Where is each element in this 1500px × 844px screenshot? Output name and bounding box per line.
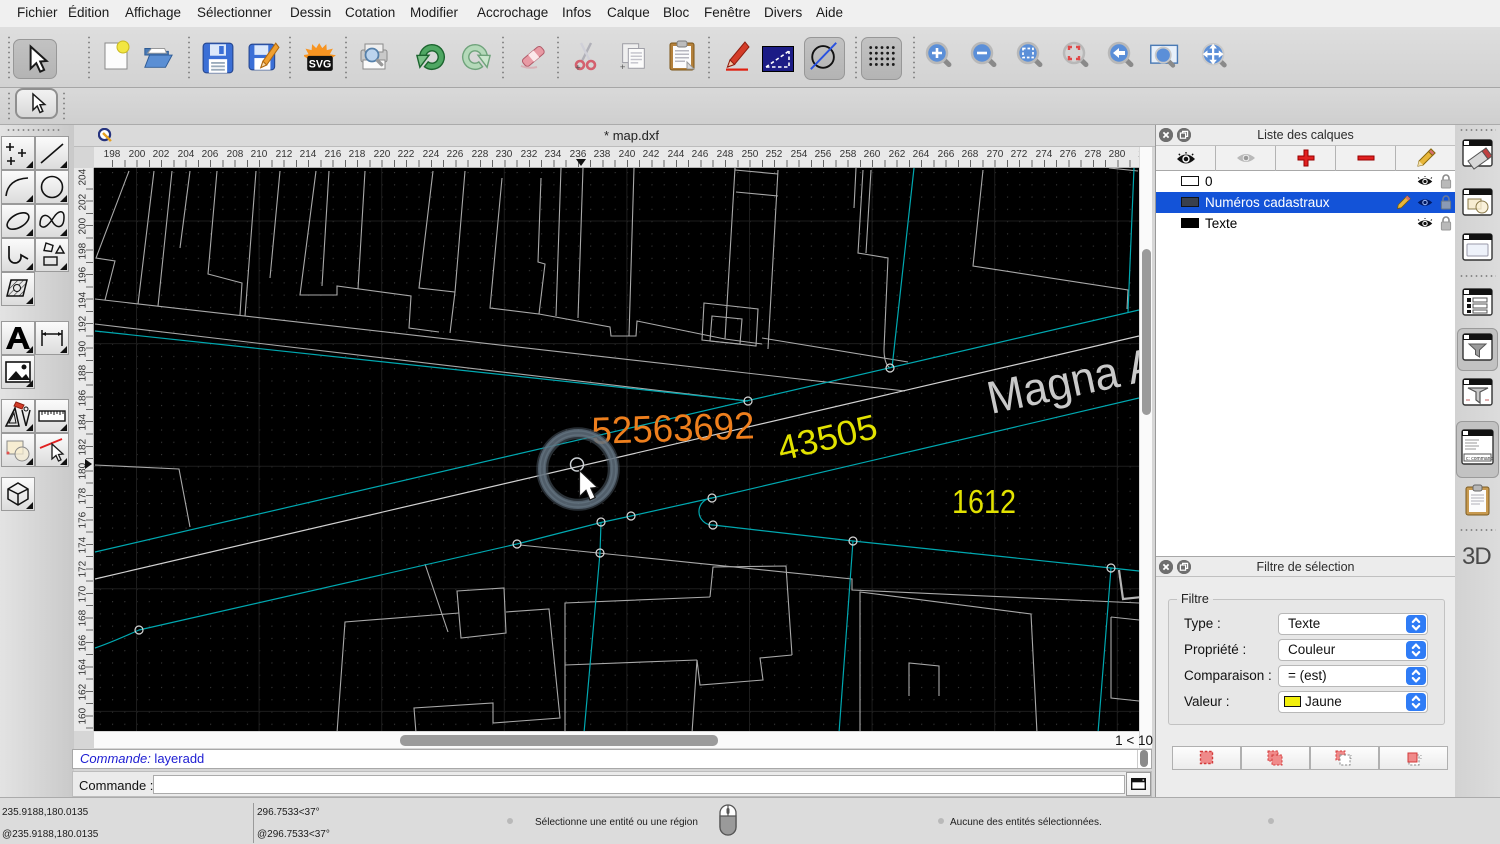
svg-text::: : (1350, 754, 1352, 761)
svg-text:SVG: SVG (309, 59, 332, 71)
svg-text:52563692: 52563692 (591, 405, 755, 453)
svg-text:1612: 1612 (952, 483, 1016, 520)
svg-text:+: + (620, 61, 626, 72)
svg-text::: : (1420, 754, 1422, 761)
svg-text:c: command: c: command (1466, 456, 1493, 462)
svg-text:+: + (575, 63, 581, 72)
